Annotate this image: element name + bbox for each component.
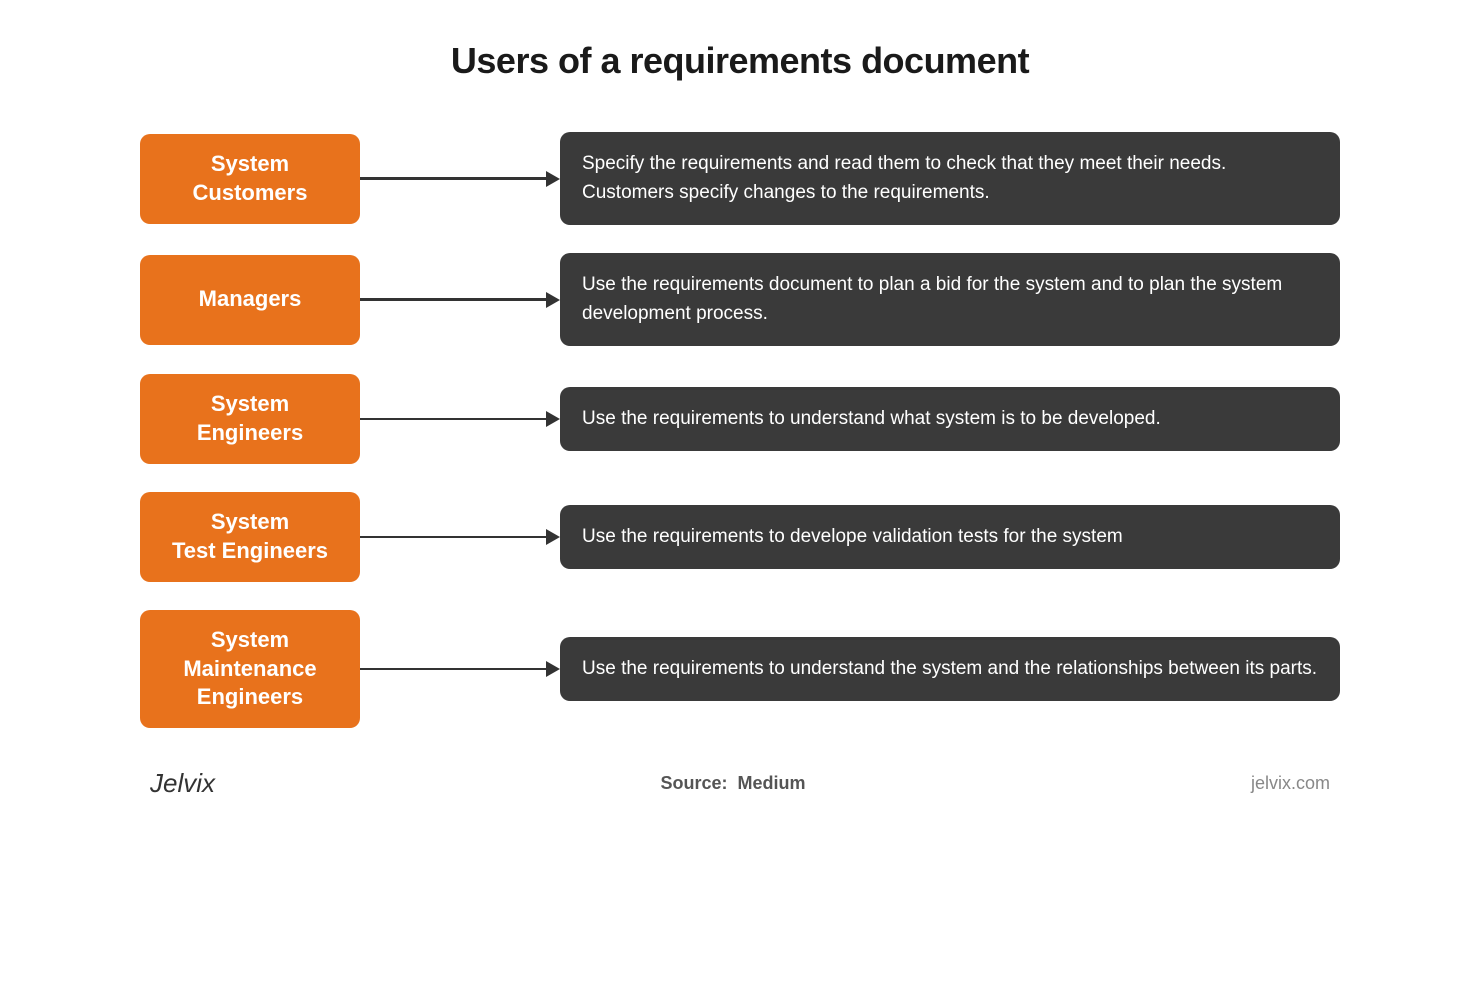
arrow-line-system-customers	[360, 177, 546, 180]
dark-box-system-test-engineers: Use the requirements to develope validat…	[560, 505, 1340, 570]
dark-box-text-system-customers: Specify the requirements and read them t…	[582, 153, 1226, 203]
row-system-customers: SystemCustomers Specify the requirements …	[140, 132, 1340, 225]
row-managers: Managers Use the requirements document to…	[140, 253, 1340, 346]
orange-box-managers: Managers	[140, 255, 360, 345]
arrow-system-engineers	[360, 411, 560, 427]
orange-box-system-test-engineers: SystemTest Engineers	[140, 492, 360, 582]
dark-box-text-managers: Use the requirements document to plan a …	[582, 274, 1282, 324]
footer-logo: Jelvix	[150, 768, 215, 799]
arrow-line-system-test-engineers	[360, 536, 546, 539]
arrow-line-managers	[360, 298, 546, 301]
row-system-maintenance-engineers: SystemMaintenanceEngineers Use the requir…	[140, 610, 1340, 728]
orange-box-label-system-test-engineers: SystemTest Engineers	[172, 508, 328, 565]
diagram-container: SystemCustomers Specify the requirements …	[140, 132, 1340, 728]
orange-box-system-customers: SystemCustomers	[140, 134, 360, 224]
orange-box-label-system-engineers: SystemEngineers	[197, 390, 303, 447]
dark-box-system-maintenance-engineers: Use the requirements to understand the s…	[560, 637, 1340, 702]
arrow-head-managers	[546, 292, 560, 308]
dark-box-system-engineers: Use the requirements to understand what …	[560, 387, 1340, 452]
footer: Jelvix Source: Medium jelvix.com	[140, 768, 1340, 799]
dark-box-system-customers: Specify the requirements and read them t…	[560, 132, 1340, 225]
arrow-line-system-engineers	[360, 418, 546, 421]
dark-box-text-system-test-engineers: Use the requirements to develope validat…	[582, 526, 1123, 547]
orange-box-label-system-maintenance-engineers: SystemMaintenanceEngineers	[183, 626, 316, 712]
arrow-head-system-customers	[546, 171, 560, 187]
footer-source-value: Medium	[738, 773, 806, 793]
orange-box-label-system-customers: SystemCustomers	[193, 150, 308, 207]
dark-box-managers: Use the requirements document to plan a …	[560, 253, 1340, 346]
arrow-managers	[360, 292, 560, 308]
row-system-engineers: SystemEngineers Use the requirements to u…	[140, 374, 1340, 464]
footer-source: Source: Medium	[660, 773, 805, 794]
footer-url: jelvix.com	[1251, 773, 1330, 794]
arrow-head-system-test-engineers	[546, 529, 560, 545]
arrow-system-maintenance-engineers	[360, 661, 560, 677]
orange-box-system-maintenance-engineers: SystemMaintenanceEngineers	[140, 610, 360, 728]
arrow-head-system-maintenance-engineers	[546, 661, 560, 677]
dark-box-text-system-maintenance-engineers: Use the requirements to understand the s…	[582, 658, 1317, 679]
page-title: Users of a requirements document	[451, 40, 1029, 82]
arrow-head-system-engineers	[546, 411, 560, 427]
dark-box-text-system-engineers: Use the requirements to understand what …	[582, 408, 1161, 429]
footer-source-label: Source:	[660, 773, 727, 793]
orange-box-label-managers: Managers	[199, 285, 302, 314]
arrow-line-system-maintenance-engineers	[360, 668, 546, 671]
orange-box-system-engineers: SystemEngineers	[140, 374, 360, 464]
row-system-test-engineers: SystemTest Engineers Use the requirements…	[140, 492, 1340, 582]
arrow-system-test-engineers	[360, 529, 560, 545]
arrow-system-customers	[360, 171, 560, 187]
